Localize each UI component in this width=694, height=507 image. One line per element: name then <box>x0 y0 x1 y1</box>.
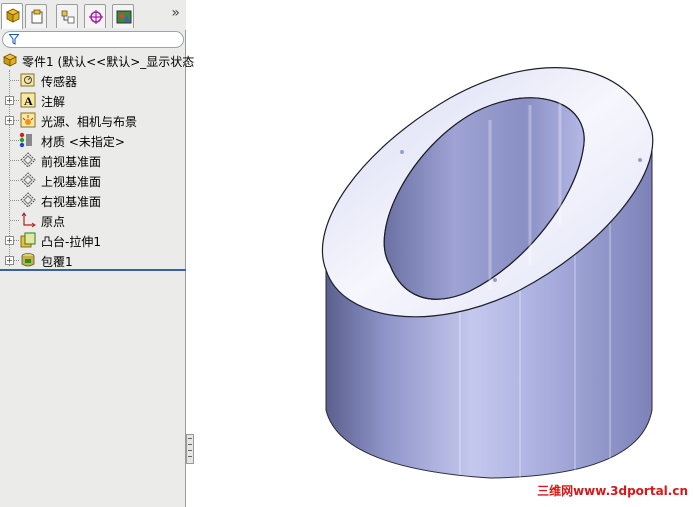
tree-item-label: 前视基准面 <box>41 155 102 169</box>
dimxpert-icon <box>89 10 103 24</box>
tree-item-label: 注解 <box>41 95 66 109</box>
tab-configuration-manager[interactable] <box>56 4 78 28</box>
watermark-text: 三维网www.3dportal.cn <box>537 484 688 498</box>
expand-toggle[interactable]: + <box>5 256 14 265</box>
tree-item-origin[interactable]: 原点 <box>0 210 186 230</box>
plane-icon <box>20 172 36 188</box>
expand-toggle[interactable]: + <box>5 96 14 105</box>
configuration-manager-icon <box>61 10 75 24</box>
annotation-icon: A <box>20 92 36 108</box>
tree-item-front-plane[interactable]: 前视基准面 <box>0 150 186 170</box>
display-manager-icon <box>116 10 132 24</box>
tree-item-annotations[interactable]: + A 注解 <box>0 90 186 110</box>
tab-display-manager[interactable] <box>112 4 134 28</box>
cylinder-part-model[interactable] <box>321 67 654 479</box>
tree-item-lights[interactable]: + 光源、相机与布景 <box>0 110 186 130</box>
tab-property-manager[interactable] <box>25 4 47 28</box>
tree-item-label: 材质 <未指定> <box>41 135 125 149</box>
tree-root-part[interactable]: 零件1 (默认<<默认>_显示状态 <box>0 50 194 70</box>
tree-item-label: 右视基准面 <box>41 195 102 209</box>
tree-item-material[interactable]: 材质 <未指定> <box>0 130 186 150</box>
expand-toggle[interactable]: + <box>5 236 14 245</box>
tree-item-label: 包覆1 <box>41 255 73 269</box>
material-icon <box>19 132 32 148</box>
plane-icon <box>20 152 36 168</box>
tree-item-right-plane[interactable]: 右视基准面 <box>0 190 186 210</box>
sensor-icon <box>20 73 35 87</box>
tab-dimxpert[interactable] <box>84 4 106 28</box>
lights-icon <box>20 112 36 128</box>
svg-text:A: A <box>24 94 33 108</box>
graphics-viewport[interactable] <box>190 0 694 507</box>
tree-item-sensors[interactable]: 传感器 <box>0 70 186 90</box>
tree-item-wrap[interactable]: + 包覆1 <box>0 250 186 270</box>
plane-icon <box>20 192 36 208</box>
tree-item-label: 光源、相机与布景 <box>41 115 138 129</box>
tree-item-label: 传感器 <box>41 75 78 89</box>
tree-item-top-plane[interactable]: 上视基准面 <box>0 170 186 190</box>
filter-icon <box>9 34 19 45</box>
part-icon <box>3 53 17 67</box>
feature-tree-icon <box>6 8 20 23</box>
tree-item-label: 凸台-拉伸1 <box>41 235 101 249</box>
tab-feature-tree[interactable] <box>1 3 23 29</box>
tree-root-label: 零件1 (默认<<默认>_显示状态 <box>22 55 195 69</box>
wrap-icon <box>21 253 35 267</box>
expand-toggle[interactable]: + <box>5 116 14 125</box>
tree-item-label: 原点 <box>41 215 66 229</box>
feature-manager-panel: » 零件1 (默认<<默认>_显示状态 传感器 + A 注解 + 光源、相机与布… <box>0 0 194 507</box>
tree-item-boss-extrude[interactable]: + 凸台-拉伸1 <box>0 230 186 250</box>
origin-icon <box>21 212 36 228</box>
more-tabs-button[interactable]: » <box>171 5 180 21</box>
property-manager-icon <box>31 9 43 24</box>
tree-filter-field[interactable] <box>2 31 184 48</box>
tree-item-label: 上视基准面 <box>41 175 102 189</box>
rollback-bar[interactable] <box>0 269 186 271</box>
extrude-icon <box>20 232 36 248</box>
feature-manager-tabs: » <box>0 0 186 30</box>
